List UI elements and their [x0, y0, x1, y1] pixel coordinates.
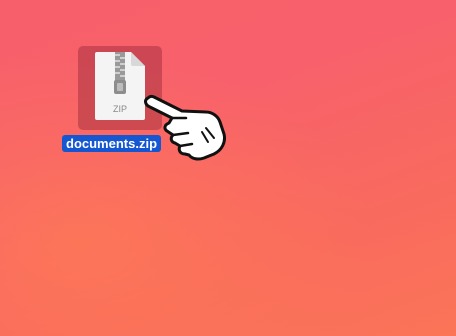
pointing-hand-cursor-icon	[144, 94, 226, 161]
zip-archive-icon[interactable]: ZIP	[95, 52, 145, 120]
zip-badge-text: ZIP	[113, 104, 127, 114]
desktop[interactable]: ZIP documents.zip	[0, 0, 456, 336]
